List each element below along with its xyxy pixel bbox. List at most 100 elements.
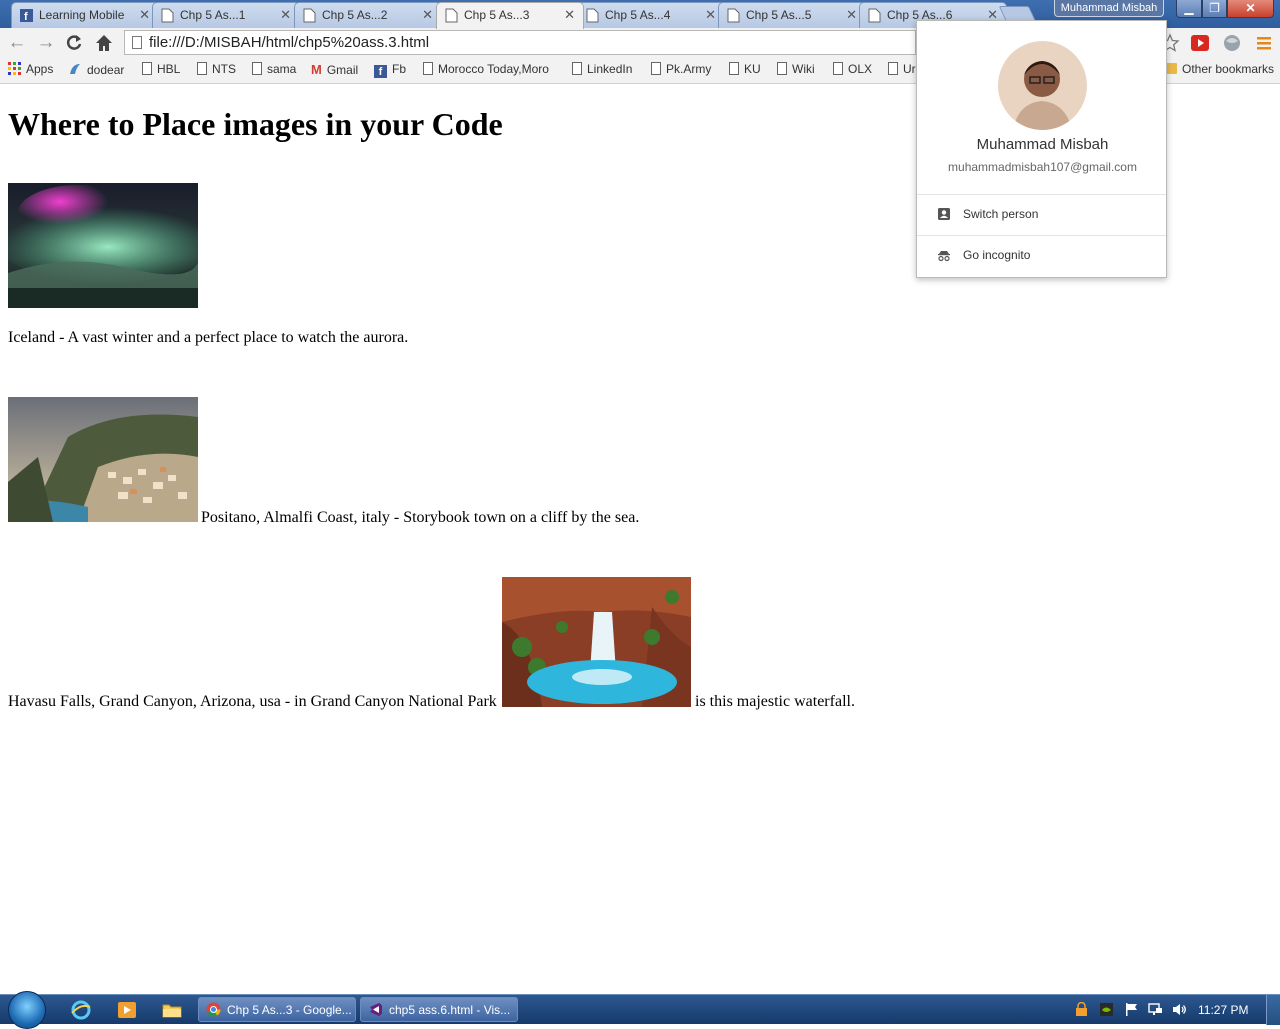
bookmark-pk-army[interactable]: Pk.Army [651, 62, 711, 76]
maximize-button[interactable]: ❐ [1202, 0, 1227, 18]
show-desktop-button[interactable] [1266, 995, 1280, 1025]
go-incognito-label: Go incognito [963, 248, 1031, 262]
task-label: chp5 ass.6.html - Vis... [389, 1003, 511, 1017]
bookmark-label: Apps [26, 62, 54, 76]
page-icon [651, 62, 661, 75]
extension-icon[interactable] [1222, 33, 1242, 53]
bookmark-label: LinkedIn [587, 62, 633, 76]
switch-person-item[interactable]: Switch person [917, 195, 1166, 235]
bookmark-nts[interactable]: NTS [197, 62, 236, 76]
tab-chp5-1[interactable]: Chp 5 As...1 ✕ [152, 2, 300, 28]
close-icon[interactable]: ✕ [846, 7, 857, 23]
taskbar-chrome-window[interactable]: Chp 5 As...3 - Google... [198, 997, 356, 1022]
bookmark-dodear[interactable]: dodear [68, 62, 124, 77]
internet-explorer-icon[interactable] [70, 999, 92, 1021]
tab-title: Chp 5 As...1 [180, 8, 246, 22]
tab-chp5-4[interactable]: Chp 5 As...4 ✕ [577, 2, 725, 28]
media-player-icon[interactable] [116, 999, 138, 1021]
bookmark-label: Gmail [326, 63, 359, 77]
page-icon [888, 62, 898, 75]
page-heading: Where to Place images in your Code [8, 106, 503, 142]
tab-title: Chp 5 As...4 [605, 8, 671, 22]
taskbar: Chp 5 As...3 - Google... chp5 ass.6.html… [0, 991, 1280, 1029]
facebook-icon: f [374, 65, 387, 78]
bookmark-linkedin[interactable]: LinkedIn [572, 62, 632, 76]
minimize-button[interactable]: ▁ [1176, 0, 1202, 18]
tab-chp5-3[interactable]: Chp 5 As...3 ✕ [436, 2, 584, 29]
reload-icon[interactable] [64, 33, 84, 53]
close-icon[interactable]: ✕ [139, 7, 150, 23]
back-arrow-icon[interactable]: ← [6, 32, 28, 54]
network-icon[interactable] [1148, 1002, 1163, 1017]
bookmark-olx[interactable]: OLX [833, 62, 872, 76]
svg-text:f: f [24, 11, 28, 23]
bookmark-label: HBL [157, 62, 181, 76]
page-icon [586, 8, 599, 23]
profile-name: Muhammad Misbah [976, 136, 1109, 153]
facebook-icon: f [20, 9, 33, 23]
bookmark-label: KU [744, 62, 761, 76]
tab-chp5-2[interactable]: Chp 5 As...2 ✕ [294, 2, 442, 28]
iceland-caption: Iceland - A vast winter and a perfect pl… [8, 329, 409, 346]
gmail-icon: M [311, 62, 322, 77]
clock[interactable]: 11:27 PM [1198, 1003, 1248, 1017]
positano-caption: Positano, Almalfi Coast, italy - Storybo… [201, 509, 640, 526]
havasu-caption-end: is this majestic waterfall. [695, 693, 855, 710]
page-icon [445, 8, 458, 23]
page-icon [423, 62, 433, 75]
bookmark-apps[interactable]: Apps [8, 62, 53, 76]
page-icon [727, 8, 740, 23]
close-icon[interactable]: ✕ [280, 7, 291, 23]
bookmark-sama[interactable]: sama [252, 62, 296, 76]
page-icon [833, 62, 843, 75]
page-icon [142, 62, 152, 75]
tab-title: Chp 5 As...3 [464, 8, 530, 22]
bookmark-ku[interactable]: KU [729, 62, 761, 76]
chrome-icon [206, 1002, 221, 1017]
action-center-flag-icon[interactable] [1124, 1002, 1139, 1017]
profile-popup: Muhammad Misbah muhammadmisbah107@gmail.… [916, 20, 1167, 278]
bookmark-fb[interactable]: f Fb [374, 62, 406, 78]
forward-arrow-icon[interactable]: → [35, 32, 57, 54]
close-icon[interactable]: ✕ [422, 7, 433, 23]
switch-person-label: Switch person [963, 207, 1039, 221]
start-button[interactable] [8, 991, 46, 1029]
tab-title: Chp 5 As...2 [322, 8, 388, 22]
avatar[interactable] [998, 41, 1087, 130]
tab-learning-mobile[interactable]: f Learning Mobile ✕ [11, 2, 159, 28]
bookmark-hbl[interactable]: HBL [142, 62, 180, 76]
tab-chp5-5[interactable]: Chp 5 As...5 ✕ [718, 2, 866, 28]
home-icon[interactable] [94, 33, 114, 53]
apps-grid-icon [8, 62, 21, 75]
nvidia-icon[interactable] [1099, 1002, 1114, 1017]
youtube-extension-icon[interactable] [1190, 33, 1210, 53]
page-icon [777, 62, 787, 75]
menu-icon[interactable] [1254, 33, 1274, 53]
address-bar[interactable]: file:///D:/MISBAH/html/chp5%20ass.3.html [124, 30, 916, 55]
close-icon[interactable]: ✕ [564, 7, 575, 23]
volume-icon[interactable] [1172, 1002, 1187, 1017]
page-icon [572, 62, 582, 75]
bookmark-label: Ur [903, 62, 916, 76]
security-icon[interactable] [1074, 1002, 1089, 1017]
file-explorer-icon[interactable] [161, 999, 183, 1021]
bookmark-label: Wiki [792, 62, 815, 76]
profile-email: muhammadmisbah107@gmail.com [948, 160, 1137, 174]
bookmark-morocco-today[interactable]: Morocco Today,Moro [423, 62, 557, 76]
close-icon[interactable]: ✕ [705, 7, 716, 23]
page-icon [197, 62, 207, 75]
bookmark-label: Pk.Army [666, 62, 712, 76]
bookmark-label: NTS [212, 62, 236, 76]
profile-button[interactable]: Muhammad Misbah [1054, 0, 1164, 17]
close-window-button[interactable]: ✕ [1227, 0, 1274, 18]
tab-title: Chp 5 As...5 [746, 8, 812, 22]
bookmark-ur[interactable]: Ur [888, 62, 916, 76]
tab-title: Learning Mobile [39, 8, 125, 22]
go-incognito-item[interactable]: Go incognito [917, 236, 1166, 276]
bookmark-wiki[interactable]: Wiki [777, 62, 815, 76]
other-bookmarks[interactable]: Other bookmarks [1163, 62, 1274, 76]
bookmark-gmail[interactable]: M Gmail [311, 62, 358, 77]
page-icon [303, 8, 316, 23]
page-icon [868, 8, 881, 23]
taskbar-visual-studio-window[interactable]: chp5 ass.6.html - Vis... [360, 997, 518, 1022]
